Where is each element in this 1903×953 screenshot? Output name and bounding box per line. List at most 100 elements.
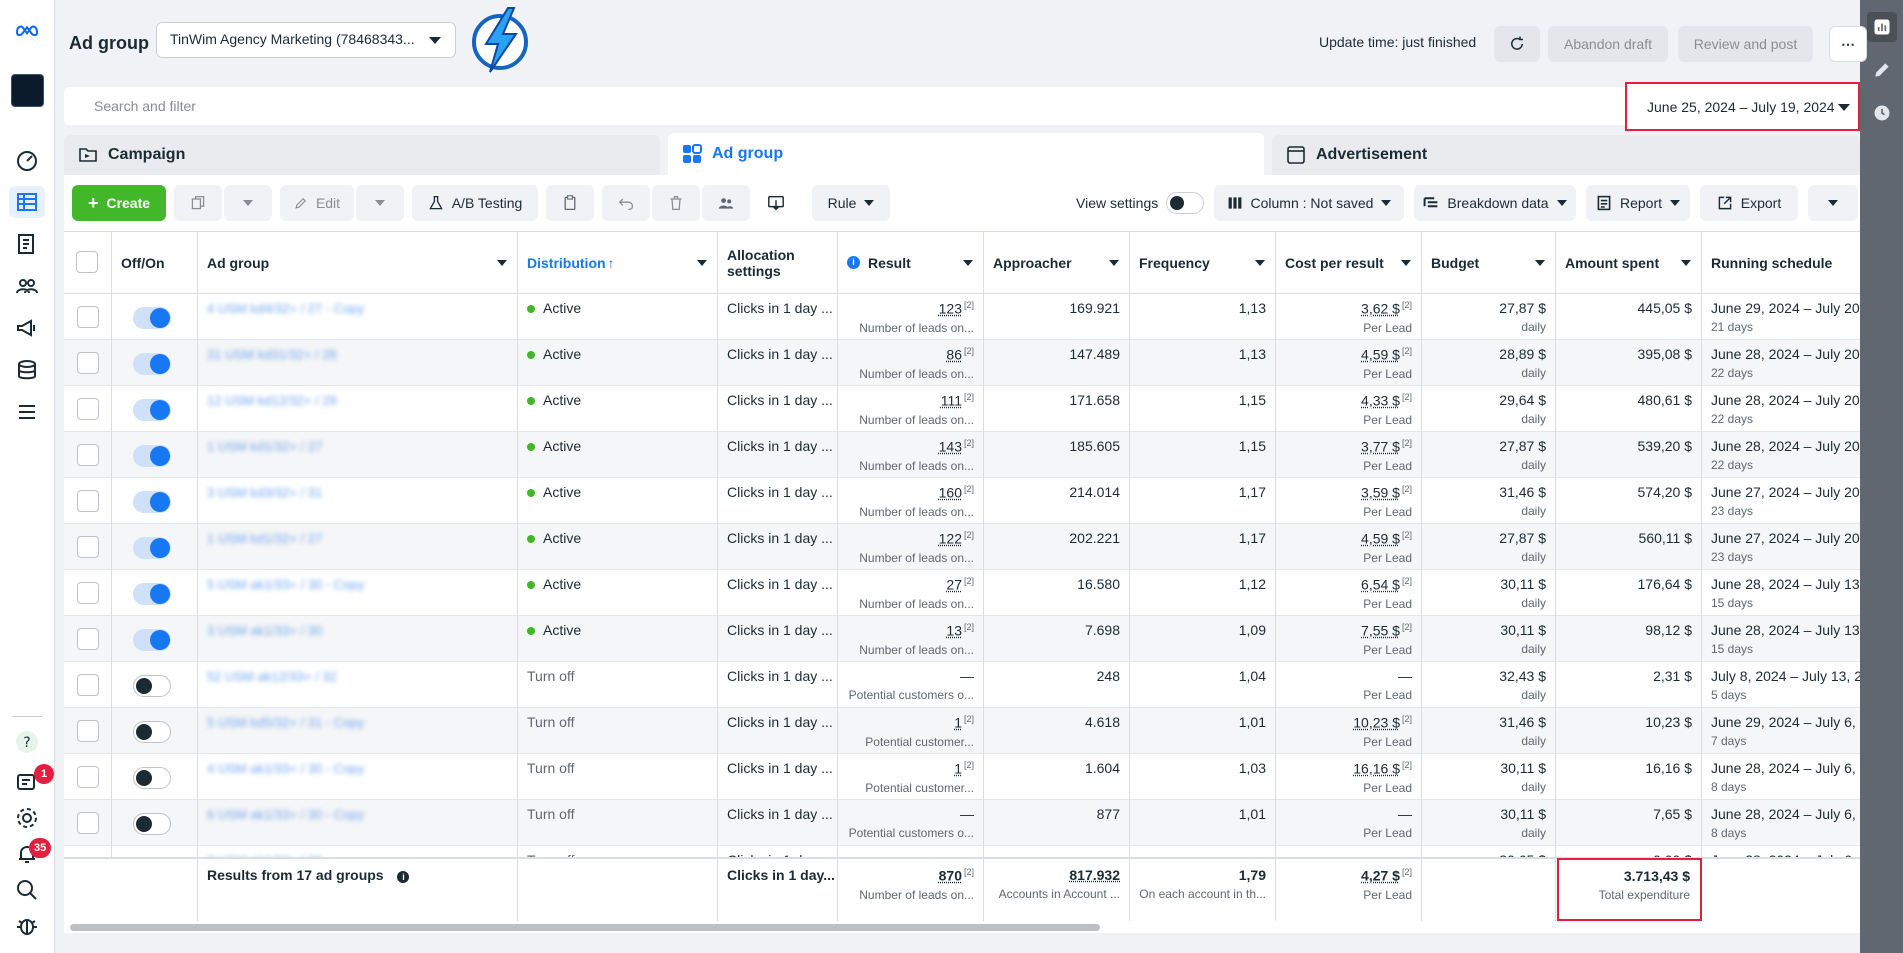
audience-icon[interactable]	[9, 270, 45, 302]
row-on-off-toggle[interactable]	[133, 629, 171, 651]
col-result[interactable]: i Result	[838, 232, 984, 294]
row-checkbox[interactable]	[77, 490, 99, 512]
row-cpr[interactable]: 3,59 $	[1361, 485, 1400, 501]
row-on-off-toggle[interactable]	[133, 537, 171, 559]
row-name[interactable]: 4 USM kd4/32+ / 27 - Copy	[207, 301, 364, 316]
row-result[interactable]: 123	[939, 301, 962, 317]
table-row[interactable]: 12 USM kd12/32+ / 29 Active Clicks in 1 da…	[64, 386, 1860, 432]
column-button[interactable]: Column : Not saved	[1214, 185, 1404, 221]
table-row[interactable]: 3 USM kd3/32+ / 31 Active Clicks in 1 day …	[64, 478, 1860, 524]
export-dropdown[interactable]	[1808, 185, 1858, 221]
pages-icon[interactable]	[9, 228, 45, 260]
row-name[interactable]: 1 USM kd1/32+ / 27	[207, 439, 322, 454]
totals-result-value[interactable]: 870	[939, 868, 962, 884]
table-row[interactable]: 5 USM kd5/32+ / 31 - Copy Turn off Clicks …	[64, 708, 1860, 754]
row-result[interactable]: 1	[954, 715, 962, 731]
row-cpr[interactable]: 10,23 $	[1353, 715, 1400, 731]
row-on-off-toggle[interactable]	[133, 353, 171, 375]
account-avatar[interactable]	[11, 74, 44, 107]
report-button[interactable]: Report	[1586, 185, 1690, 221]
date-range-picker[interactable]: June 25, 2024 – July 19, 2024	[1625, 82, 1860, 131]
row-checkbox[interactable]	[77, 628, 99, 650]
row-cpr[interactable]: 3,62 $	[1361, 301, 1400, 317]
edit-dropdown[interactable]	[356, 185, 404, 221]
chart-icon[interactable]	[1867, 12, 1897, 42]
table-icon[interactable]	[9, 186, 45, 218]
ab-testing-button[interactable]: A/B Testing	[412, 185, 538, 221]
review-and-post-button[interactable]: Review and post	[1678, 26, 1813, 62]
scrollbar-thumb[interactable]	[70, 924, 1100, 931]
row-result[interactable]: 27	[946, 577, 962, 593]
row-name[interactable]: 6 USM ak1/33+ / 30 - Copy	[207, 807, 364, 822]
audience-button[interactable]	[702, 185, 750, 221]
row-name[interactable]: 5 USM kd5/32+ / 31 - Copy	[207, 715, 364, 730]
row-on-off-toggle[interactable]	[133, 399, 171, 421]
row-cpr[interactable]: 7,55 $	[1361, 623, 1400, 639]
row-checkbox[interactable]	[77, 674, 99, 696]
row-name[interactable]: 5 USM ak1/33+ / 30 - Copy	[207, 577, 364, 592]
export-button[interactable]: Export	[1700, 185, 1798, 221]
preview-button[interactable]	[752, 185, 800, 221]
row-name[interactable]: 52 USM ak12/33+ / 32	[207, 669, 337, 684]
dashboard-icon[interactable]	[9, 144, 45, 176]
clipboard-button[interactable]	[546, 185, 594, 221]
row-result[interactable]: 13	[946, 623, 962, 639]
row-result[interactable]: 111	[941, 393, 962, 409]
row-checkbox[interactable]	[77, 444, 99, 466]
delete-button[interactable]	[652, 185, 700, 221]
row-cpr[interactable]: 16,16 $	[1353, 761, 1400, 777]
col-cost-per-result[interactable]: Cost per result	[1276, 232, 1422, 294]
row-on-off-toggle[interactable]	[133, 767, 171, 789]
history-icon[interactable]	[1867, 98, 1897, 128]
row-on-off-toggle[interactable]	[133, 491, 171, 513]
table-row[interactable]: 4 USM ak1/33+ / 30 - Copy Turn off Clicks …	[64, 754, 1860, 800]
row-on-off-toggle[interactable]	[133, 307, 171, 329]
undo-button[interactable]	[602, 185, 650, 221]
tab-ad-group[interactable]: Ad group	[668, 133, 1264, 175]
row-checkbox[interactable]	[77, 536, 99, 558]
row-name[interactable]: 4 USM ak1/33+ / 30 - Copy	[207, 761, 364, 776]
row-name[interactable]: 12 USM kd12/32+ / 29	[207, 393, 337, 408]
row-cpr[interactable]: 4,59 $	[1361, 347, 1400, 363]
totals-cpr-value[interactable]: 4,27 $	[1361, 868, 1400, 884]
view-settings-toggle[interactable]	[1166, 192, 1204, 214]
row-on-off-toggle[interactable]	[133, 445, 171, 467]
col-distribution[interactable]: Distribution ↑	[518, 232, 718, 294]
row-checkbox[interactable]	[77, 306, 99, 328]
tab-campaign[interactable]: Campaign	[64, 135, 660, 175]
megaphone-icon[interactable]	[9, 312, 45, 344]
horizontal-scrollbar[interactable]	[64, 921, 1860, 933]
help-icon[interactable]: ?	[9, 726, 45, 758]
search-icon[interactable]	[9, 874, 45, 906]
settings-icon[interactable]	[9, 802, 45, 834]
row-result[interactable]: 160	[939, 485, 962, 501]
row-checkbox[interactable]	[77, 398, 99, 420]
table-row[interactable]: 1 USM kd1/32+ / 27 Active Clicks in 1 day …	[64, 524, 1860, 570]
table-row[interactable]: 4 USM kd4/32+ / 27 - Copy Active Clicks in…	[64, 294, 1860, 340]
breakdown-button[interactable]: Breakdown data	[1414, 185, 1576, 221]
row-result[interactable]: 86	[946, 347, 962, 363]
col-budget[interactable]: Budget	[1422, 232, 1556, 294]
duplicate-button[interactable]	[174, 185, 222, 221]
col-frequency[interactable]: Frequency	[1130, 232, 1276, 294]
account-selector[interactable]: TinWim Agency Marketing (78468343...	[156, 22, 456, 58]
duplicate-dropdown[interactable]	[224, 185, 272, 221]
table-row[interactable]: 52 USM ak12/33+ / 32 Turn off Clicks in 1 …	[64, 662, 1860, 708]
more-options-button[interactable]: ⋯	[1829, 26, 1867, 62]
meta-logo-icon[interactable]	[9, 14, 45, 46]
bug-icon[interactable]	[9, 910, 45, 942]
row-cpr[interactable]: 4,59 $	[1361, 531, 1400, 547]
table-row[interactable]: 1 USM kd1/32+ / 27 Active Clicks in 1 day …	[64, 432, 1860, 478]
table-row[interactable]: 5 USM ak1/33+ / 30 - Copy Active Clicks in…	[64, 570, 1860, 616]
row-checkbox[interactable]	[77, 720, 99, 742]
row-result[interactable]: 1	[954, 761, 962, 777]
table-row[interactable]: 3 USM ak1/33+ / 30 Active Clicks in 1 day …	[64, 616, 1860, 662]
row-checkbox[interactable]	[77, 812, 99, 834]
row-result[interactable]: 143	[939, 439, 962, 455]
col-running-schedule[interactable]: Running schedule	[1702, 232, 1860, 294]
table-row[interactable]: 31 USM kd31/32+ / 28 Active Clicks in 1 da…	[64, 340, 1860, 386]
pencil-icon[interactable]	[1867, 55, 1897, 85]
row-name[interactable]: 31 USM kd31/32+ / 28	[207, 347, 337, 362]
row-cpr[interactable]: 3,77 $	[1361, 439, 1400, 455]
search-input[interactable]	[64, 87, 1614, 125]
